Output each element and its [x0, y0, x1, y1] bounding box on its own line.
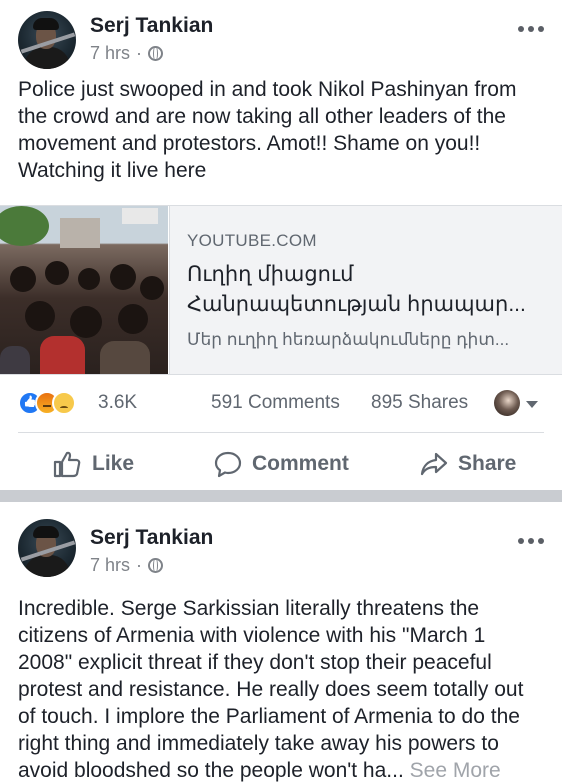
comment-label: Comment	[252, 452, 349, 475]
more-options-icon[interactable]	[518, 538, 544, 544]
post-1: Serj Tankian 7 hrs · Police just swooped…	[0, 0, 562, 184]
post-time[interactable]: 7 hrs	[90, 555, 130, 576]
post-meta: 7 hrs ·	[90, 43, 164, 64]
post-text: Incredible. Serge Sarkissian literally t…	[0, 595, 562, 784]
dot-separator: ·	[136, 555, 143, 575]
action-bar: Like Comment Share	[0, 444, 562, 484]
link-domain: YOUTUBE.COM	[187, 231, 317, 250]
post-stats: 3.6K 591 Comments 895 Shares	[0, 388, 562, 420]
divider	[18, 432, 544, 433]
post-header: Serj Tankian 7 hrs ·	[0, 502, 562, 578]
post-2: Serj Tankian 7 hrs · Incredible. Serge S…	[0, 502, 562, 782]
comment-icon	[214, 451, 242, 478]
like-button[interactable]: Like	[52, 444, 134, 484]
link-title: Ուղիղ միացում Հանրապետության հրապար...	[187, 263, 526, 316]
globe-icon	[148, 558, 164, 573]
share-arrow-icon	[420, 452, 448, 476]
share-button[interactable]: Share	[420, 444, 516, 484]
author-avatar[interactable]	[18, 519, 76, 577]
feed-separator	[0, 490, 562, 502]
author-avatar[interactable]	[18, 11, 76, 69]
post-meta: 7 hrs ·	[90, 555, 164, 576]
post-header: Serj Tankian 7 hrs ·	[0, 0, 562, 76]
post-text-body: Incredible. Serge Sarkissian literally t…	[18, 597, 524, 782]
more-options-icon[interactable]	[518, 26, 544, 32]
link-preview-card[interactable]: YOUTUBE.COM Ուղիղ միացում Հանրապետության…	[0, 205, 562, 375]
see-more-link[interactable]: See More	[410, 759, 501, 782]
reactions-count[interactable]: 3.6K	[98, 392, 137, 414]
sad-reaction-icon	[52, 391, 76, 415]
globe-icon	[148, 46, 164, 61]
chevron-down-icon[interactable]	[526, 401, 538, 408]
share-label: Share	[458, 452, 517, 475]
link-description: Մեր ուղիղ հեռարձակումները դիտ...	[187, 330, 510, 349]
like-label: Like	[92, 452, 135, 475]
dot-separator: ·	[136, 43, 143, 63]
shares-count[interactable]: 895 Shares	[371, 392, 468, 414]
link-info[interactable]: YOUTUBE.COM Ուղիղ միացում Հանրապետության…	[169, 206, 562, 374]
post-text: Police just swooped in and took Nikol Pa…	[18, 78, 517, 182]
author-name[interactable]: Serj Tankian	[90, 526, 213, 550]
thumbs-up-icon	[53, 451, 81, 478]
reactions-icons[interactable]	[18, 391, 76, 415]
post-time[interactable]: 7 hrs	[90, 43, 130, 64]
comment-button[interactable]: Comment	[214, 444, 349, 484]
viewer-avatar[interactable]	[494, 390, 520, 416]
comments-count[interactable]: 591 Comments	[211, 392, 340, 414]
author-name[interactable]: Serj Tankian	[90, 14, 213, 38]
video-thumbnail[interactable]	[0, 206, 168, 374]
